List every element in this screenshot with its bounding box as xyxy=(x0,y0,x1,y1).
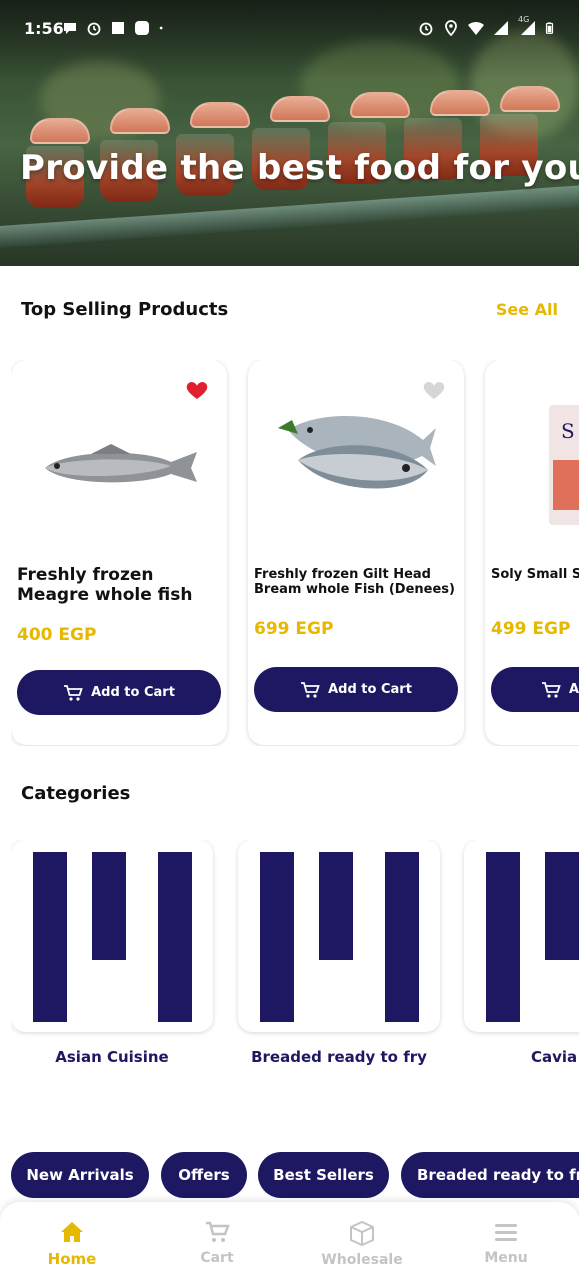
nav-wholesale[interactable]: Wholesale xyxy=(307,1220,417,1268)
category-card[interactable] xyxy=(464,840,579,1032)
favorite-heart-icon[interactable] xyxy=(422,378,446,402)
product-card[interactable]: Freshly frozen Gilt Head Bream whole Fis… xyxy=(248,360,464,745)
menu-icon xyxy=(495,1224,517,1241)
logo-bar xyxy=(33,852,67,1022)
product-name: Soly Small Sh Peeled and D xyxy=(491,567,579,582)
nav-menu[interactable]: Menu xyxy=(451,1220,561,1266)
logo-bar xyxy=(545,852,579,960)
logo-bar xyxy=(92,852,126,960)
dot-icon xyxy=(159,26,163,30)
add-to-cart-label: Add to Cart xyxy=(91,685,175,700)
alarm-status-icon xyxy=(419,22,433,36)
wifi-icon xyxy=(468,21,484,35)
logo-bar xyxy=(260,852,294,1022)
home-icon xyxy=(61,1222,83,1242)
chip-best-sellers[interactable]: Best Sellers xyxy=(258,1152,389,1198)
square-notification-icon xyxy=(112,22,124,34)
logo-bar xyxy=(158,852,192,1022)
battery-icon xyxy=(545,22,554,34)
cart-icon xyxy=(64,684,83,701)
category-name[interactable]: Asian Cuisine xyxy=(11,1048,213,1066)
product-price: 400 EGP xyxy=(17,625,97,645)
product-card[interactable]: Freshly frozen Meagre whole fish 400 EGP… xyxy=(11,360,227,745)
chip-offers[interactable]: Offers xyxy=(161,1152,247,1198)
add-to-cart-label: Add to Cart xyxy=(328,682,412,697)
logo-bar xyxy=(385,852,419,1022)
svg-text:S: S xyxy=(561,419,575,443)
cart-icon xyxy=(206,1221,230,1242)
signal-icon-2 xyxy=(521,21,535,35)
notification-bubble-icon xyxy=(64,23,76,34)
bottom-navigation: Home Cart Wholesale Menu xyxy=(0,1202,579,1280)
nav-home[interactable]: Home xyxy=(17,1220,127,1268)
favorite-heart-icon[interactable] xyxy=(185,378,209,402)
product-price: 499 EGP xyxy=(491,619,571,639)
category-name[interactable]: Cavia xyxy=(531,1048,577,1066)
rounded-square-icon xyxy=(135,21,149,35)
nav-wholesale-label: Wholesale xyxy=(321,1252,403,1268)
nav-menu-label: Menu xyxy=(484,1250,528,1266)
categories-carousel[interactable]: Asian Cuisine Breaded ready to fry Cavia xyxy=(11,840,579,1080)
product-price: 699 EGP xyxy=(254,619,334,639)
products-carousel[interactable]: Freshly frozen Meagre whole fish 400 EGP… xyxy=(11,360,579,746)
nav-cart[interactable]: Cart xyxy=(162,1220,272,1266)
status-time: 1:56 xyxy=(24,19,64,38)
chip-new-arrivals[interactable]: New Arrivals xyxy=(11,1152,149,1198)
add-to-cart-label: Ad xyxy=(569,682,579,697)
nav-home-label: Home xyxy=(47,1250,97,1268)
signal-icon xyxy=(494,21,508,35)
product-name: Freshly frozen Gilt Head Bream whole Fis… xyxy=(254,567,455,597)
alarm-icon xyxy=(87,22,101,36)
see-all-link[interactable]: See All xyxy=(496,300,558,319)
cart-icon xyxy=(301,681,320,698)
product-image: S xyxy=(495,370,579,540)
add-to-cart-button[interactable]: Add to Cart xyxy=(17,670,221,715)
logo-bar xyxy=(486,852,520,1022)
top-selling-title: Top Selling Products xyxy=(21,299,229,320)
logo-bar xyxy=(319,852,353,960)
product-card[interactable]: S Soly Small Sh Peeled and D 499 EGP Ad xyxy=(485,360,579,745)
location-icon xyxy=(445,20,457,36)
category-name[interactable]: Breaded ready to fry xyxy=(238,1048,440,1066)
box-icon xyxy=(350,1220,374,1247)
nav-cart-label: Cart xyxy=(200,1250,234,1266)
categories-title: Categories xyxy=(21,783,131,804)
filter-chips[interactable]: New Arrivals Offers Best Sellers Breaded… xyxy=(11,1152,579,1198)
product-name: Freshly frozen Meagre whole fish xyxy=(17,565,193,605)
chip-breaded-ready-to-fry[interactable]: Breaded ready to fry xyxy=(401,1152,579,1198)
category-card[interactable] xyxy=(11,840,213,1032)
hero-title: Provide the best food for you xyxy=(20,148,579,188)
cart-icon xyxy=(542,681,561,698)
category-card[interactable] xyxy=(238,840,440,1032)
add-to-cart-button[interactable]: Add to Cart xyxy=(254,667,458,712)
add-to-cart-button[interactable]: Ad xyxy=(491,667,579,712)
status-bar: 1:56 4G xyxy=(0,0,579,58)
